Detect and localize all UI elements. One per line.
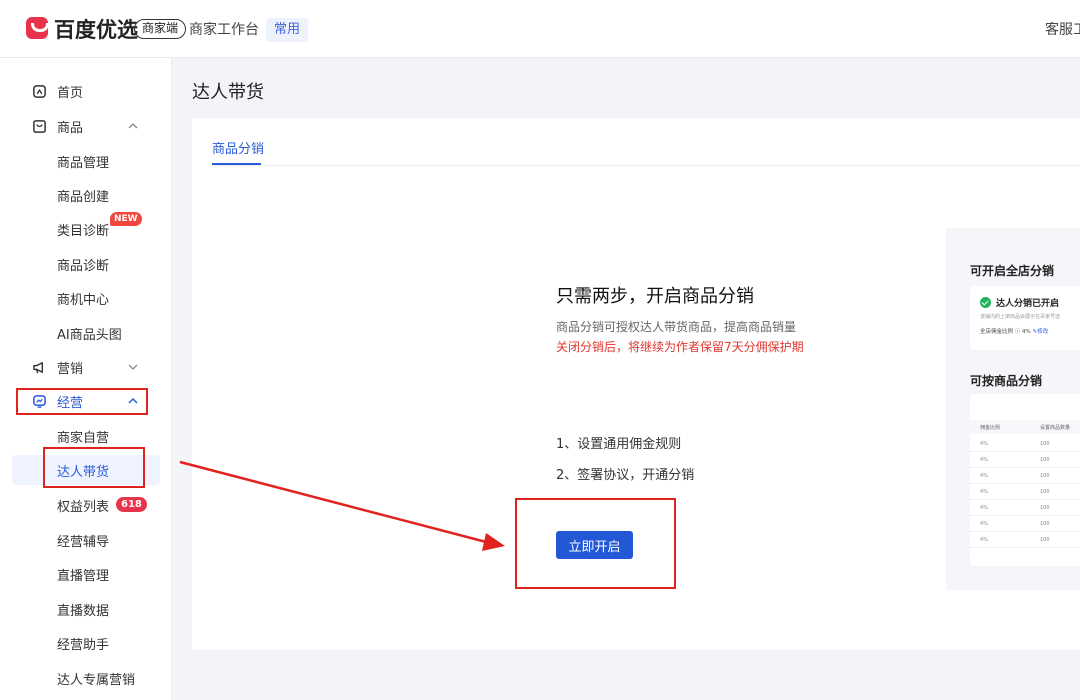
annotation-arrow-icon [179, 460, 505, 551]
